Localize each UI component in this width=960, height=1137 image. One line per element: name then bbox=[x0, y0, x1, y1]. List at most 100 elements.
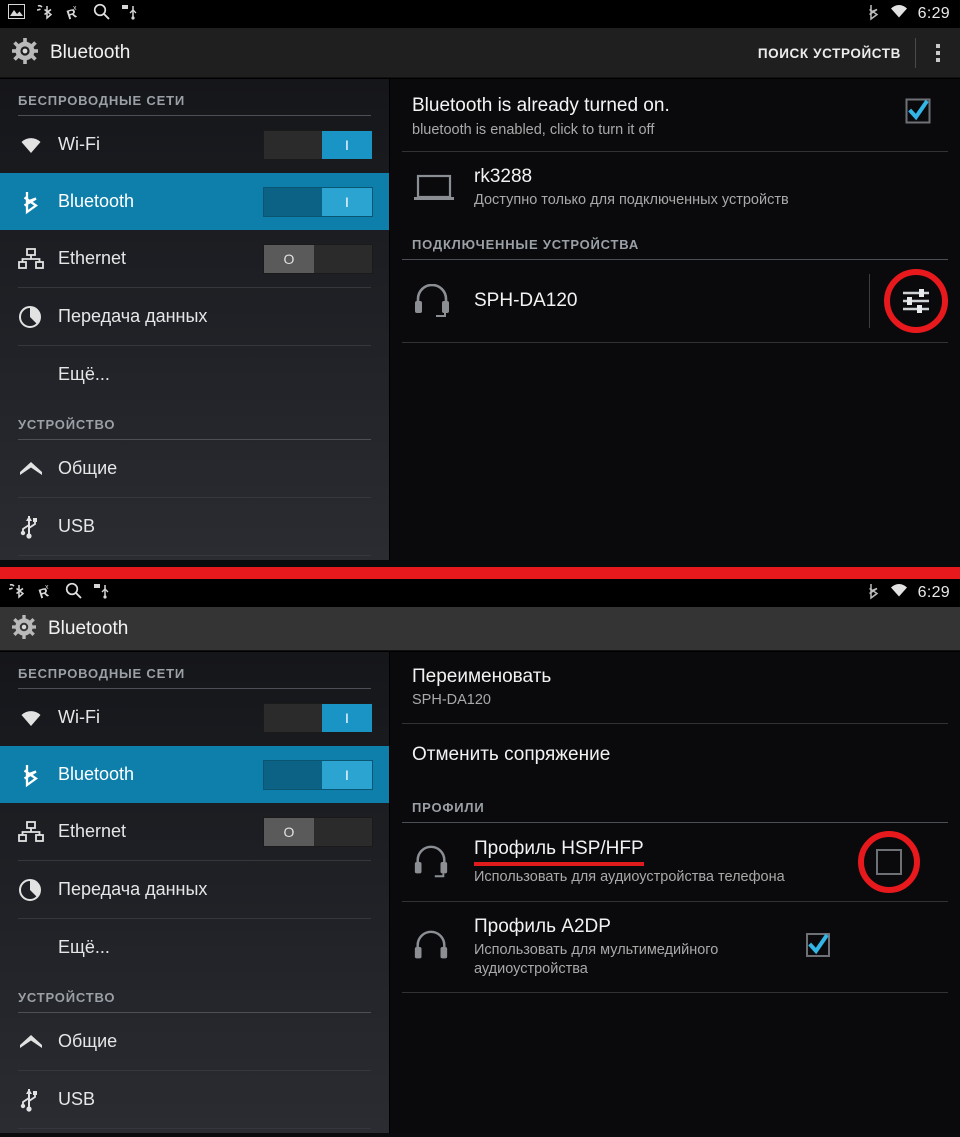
profile-checkbox-wrap bbox=[804, 931, 832, 964]
unpair-device-row[interactable]: Отменить сопряжение bbox=[390, 724, 960, 786]
divider bbox=[869, 274, 870, 328]
status-bar-right: 6:29 bbox=[868, 3, 950, 26]
ethernet-toggle[interactable]: O bbox=[263, 243, 373, 274]
status-bar-left-icons: R x bbox=[8, 3, 139, 25]
bluetooth-state-title: Bluetooth is already turned on. bbox=[412, 95, 670, 116]
status-bar-clock: 6:29 bbox=[917, 5, 950, 22]
device-profile-content: Переименовать SPH-DA120 Отменить сопряже… bbox=[390, 652, 960, 1133]
paired-devices-header: ПОДКЛЮЧЕННЫЕ УСТРОЙСТВА bbox=[412, 237, 640, 252]
bluetooth-state-checkbox[interactable] bbox=[904, 93, 940, 130]
bluetooth-state-row[interactable]: Bluetooth is already turned on. bluetoot… bbox=[390, 79, 960, 151]
paired-device-name: SPH-DA120 bbox=[474, 290, 578, 311]
action-bar-bottom: Bluetooth bbox=[0, 607, 960, 652]
sidebar-item-label: USB bbox=[58, 1089, 96, 1109]
bluetooth-toggle[interactable]: I bbox=[263, 759, 373, 790]
action-bar-actions: ПОИСК УСТРОЙСТВ bbox=[744, 28, 960, 78]
bluetooth-icon bbox=[868, 3, 880, 26]
bluetooth-toggle[interactable]: I bbox=[263, 186, 373, 217]
profile-name: Профиль A2DP bbox=[474, 916, 611, 937]
toggle-thumb: O bbox=[264, 244, 314, 273]
rotation-locked-icon: R x bbox=[37, 583, 54, 604]
sidebar-item-label: Wi-Fi bbox=[58, 134, 100, 154]
bluetooth-icon bbox=[18, 762, 58, 788]
checkbox-unchecked bbox=[876, 849, 902, 875]
svg-text:R: R bbox=[65, 5, 79, 20]
sidebar-item-label: Ещё... bbox=[58, 937, 110, 957]
action-bar-top: Bluetooth ПОИСК УСТРОЙСТВ bbox=[0, 28, 960, 79]
status-bar-clock: 6:29 bbox=[917, 584, 950, 601]
sidebar-item-label: Передача данных bbox=[58, 879, 208, 899]
profile-text: Профиль HSP/HFP Использовать для аудиоус… bbox=[474, 837, 864, 887]
sidebar-item-ethernet[interactable]: Ethernet O bbox=[0, 230, 389, 287]
sidebar-item-bluetooth[interactable]: Bluetooth I bbox=[0, 746, 389, 803]
rename-device-title: Переименовать bbox=[412, 666, 552, 687]
paired-device-row[interactable]: SPH-DA120 bbox=[390, 260, 960, 342]
sidebar-item-bluetooth[interactable]: Bluetooth I bbox=[0, 173, 389, 230]
toggle-thumb: I bbox=[322, 187, 372, 216]
divider bbox=[18, 555, 371, 556]
sidebar-item-label: Wi-Fi bbox=[58, 707, 100, 727]
sidebar-item-label: USB bbox=[58, 516, 96, 536]
profile-checkbox-wrap bbox=[858, 831, 920, 893]
usb-icon bbox=[18, 514, 58, 540]
rotation-locked-icon: R x bbox=[65, 4, 82, 25]
local-device-description: Доступно только для подключенных устройс… bbox=[474, 192, 789, 208]
data-usage-icon bbox=[18, 305, 58, 329]
sidebar-item-general[interactable]: Общие bbox=[0, 440, 389, 497]
usb-icon bbox=[93, 583, 111, 604]
screenshot-top: R x 6:29 Bluetooth ПОИСК УСТРОЙСТВ БЕСПР… bbox=[0, 0, 960, 567]
sidebar-item-general[interactable]: Общие bbox=[0, 1013, 389, 1070]
sidebar-section-wireless: БЕСПРОВОДНЫЕ СЕТИ bbox=[18, 93, 185, 108]
sidebar-item-label: Ethernet bbox=[58, 821, 127, 841]
sidebar-item-usb[interactable]: USB bbox=[0, 1071, 389, 1128]
profile-row-hsp-hfp[interactable]: Профиль HSP/HFP Использовать для аудиоус… bbox=[390, 823, 960, 901]
usb-icon bbox=[18, 1087, 58, 1113]
search-icon bbox=[93, 3, 110, 25]
status-bar-right: 6:29 bbox=[868, 582, 950, 605]
ethernet-toggle[interactable]: O bbox=[263, 816, 373, 847]
image-icon bbox=[8, 4, 25, 24]
sidebar-section-device: УСТРОЙСТВО bbox=[18, 417, 116, 432]
sidebar-section-wireless: БЕСПРОВОДНЫЕ СЕТИ bbox=[18, 666, 185, 681]
profile-checkbox-a2dp[interactable] bbox=[804, 931, 832, 964]
bluetooth-content-top: Bluetooth is already turned on. bluetoot… bbox=[390, 79, 960, 560]
wifi-toggle[interactable]: I bbox=[263, 129, 373, 160]
divider bbox=[402, 342, 948, 343]
toggle-thumb: I bbox=[322, 130, 372, 159]
rename-device-row[interactable]: Переименовать SPH-DA120 bbox=[390, 652, 960, 723]
sidebar-item-data-usage[interactable]: Передача данных bbox=[0, 861, 389, 918]
sidebar-section-device: УСТРОЙСТВО bbox=[18, 990, 116, 1005]
status-bar-bottom: R x 6:29 bbox=[0, 579, 960, 607]
svg-text:R: R bbox=[37, 584, 51, 599]
screenshot-separator bbox=[0, 567, 960, 579]
overflow-menu-icon[interactable] bbox=[916, 28, 960, 78]
unpair-device-text: Отменить сопряжение bbox=[412, 743, 944, 767]
profile-checkbox-hsp-hfp[interactable] bbox=[858, 831, 920, 893]
local-device-row[interactable]: rk3288 Доступно только для подключенных … bbox=[390, 152, 960, 223]
wifi-toggle[interactable]: I bbox=[263, 702, 373, 733]
profile-description: Использовать для мультимедийного аудиоус… bbox=[474, 942, 719, 977]
home-icon bbox=[18, 1032, 58, 1052]
main-body-bottom: БЕСПРОВОДНЫЕ СЕТИ Wi-Fi I Bluetooth I Et… bbox=[0, 652, 960, 1133]
ethernet-icon bbox=[18, 247, 58, 270]
sidebar-item-wifi[interactable]: Wi-Fi I bbox=[0, 689, 389, 746]
wifi-icon bbox=[889, 4, 909, 24]
sidebar-item-data-usage[interactable]: Передача данных bbox=[0, 288, 389, 345]
search-devices-button[interactable]: ПОИСК УСТРОЙСТВ bbox=[744, 28, 915, 78]
divider bbox=[18, 1128, 371, 1129]
headset-icon bbox=[412, 845, 474, 879]
settings-sidebar-bottom: БЕСПРОВОДНЫЕ СЕТИ Wi-Fi I Bluetooth I Et… bbox=[0, 652, 390, 1133]
profile-name: Профиль HSP/HFP bbox=[474, 837, 644, 866]
sidebar-item-more[interactable]: Ещё... bbox=[0, 346, 389, 403]
search-icon bbox=[65, 582, 82, 604]
sidebar-item-label: Общие bbox=[58, 1031, 118, 1051]
device-settings-button[interactable] bbox=[884, 269, 948, 333]
sidebar-item-ethernet[interactable]: Ethernet O bbox=[0, 803, 389, 860]
profiles-header: ПРОФИЛИ bbox=[412, 800, 485, 815]
profile-row-a2dp[interactable]: Профиль A2DP Использовать для мультимеди… bbox=[390, 902, 960, 992]
sidebar-item-usb[interactable]: USB bbox=[0, 498, 389, 555]
wifi-icon bbox=[18, 708, 58, 728]
sidebar-item-wifi[interactable]: Wi-Fi I bbox=[0, 116, 389, 173]
divider bbox=[402, 992, 948, 993]
sidebar-item-more[interactable]: Ещё... bbox=[0, 919, 389, 976]
